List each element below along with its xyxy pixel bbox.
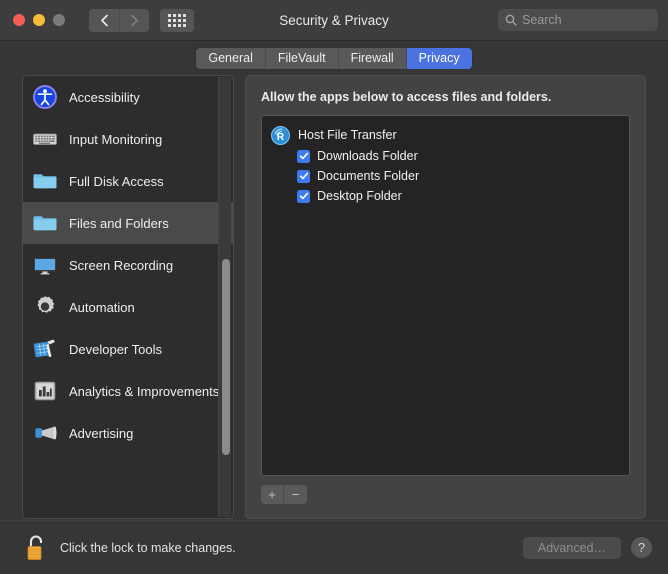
zoom-button[interactable] [53,14,65,26]
sidebar-item-label: Full Disk Access [69,173,164,189]
permission-row-documents[interactable]: Documents Folder [271,166,620,186]
add-button[interactable]: + [261,485,284,504]
remove-button[interactable]: − [284,485,307,504]
tab-group: General FileVault Firewall Privacy [196,47,472,69]
sidebar-item-automation[interactable]: Automation [23,286,233,328]
minimize-button[interactable] [33,14,45,26]
tab-general[interactable]: General [196,47,266,69]
sidebar-item-analytics-improvements[interactable]: Analytics & Improvements [23,370,233,412]
sidebar-item-developer-tools[interactable]: Developer Tools [23,328,233,370]
app-permissions-list[interactable]: R Host File Transfer Downloads Folder Do… [261,115,630,476]
privacy-category-sidebar: Accessibility Input Monitoring Full Disk… [22,75,234,519]
sidebar-item-screen-recording[interactable]: Screen Recording [23,244,233,286]
search-field[interactable]: Search [498,9,658,31]
sidebar-item-files-and-folders[interactable]: Files and Folders [23,202,233,244]
tab-privacy[interactable]: Privacy [406,47,472,69]
permission-label: Downloads Folder [317,149,418,163]
search-icon [505,14,517,26]
sidebar-item-label: Automation [69,299,135,315]
sidebar-item-accessibility[interactable]: Accessibility [23,76,233,118]
bar-chart-icon [31,377,59,405]
advanced-button[interactable]: Advanced… [522,536,621,559]
permission-row-desktop[interactable]: Desktop Folder [271,186,620,206]
checkbox-checked[interactable] [297,169,310,183]
keyboard-icon [31,125,59,153]
forward-button[interactable] [119,8,149,32]
permission-label: Desktop Folder [317,189,402,203]
sidebar-item-input-monitoring[interactable]: Input Monitoring [23,118,233,160]
list-item[interactable]: R Host File Transfer [271,124,620,146]
permission-label: Documents Folder [317,169,420,183]
checkbox-checked[interactable] [297,149,310,163]
svg-text:R: R [277,132,285,143]
app-name: Host File Transfer [298,128,397,142]
tab-firewall[interactable]: Firewall [338,47,407,69]
grid-icon [168,13,186,27]
checkbox-checked[interactable] [297,189,310,203]
window-footer: Click the lock to make changes. Advanced… [0,520,668,574]
host-file-transfer-icon: R [271,125,290,145]
tab-filevault[interactable]: FileVault [265,47,339,69]
back-button[interactable] [89,8,119,32]
megaphone-icon [31,419,59,447]
gear-icon [31,293,59,321]
chevron-right-icon [130,14,139,27]
panel-description: Allow the apps below to access files and… [261,90,552,104]
lock-message: Click the lock to make changes. [60,540,236,555]
sidebar-item-label: Advertising [69,425,134,441]
show-all-button[interactable] [160,8,194,32]
security-privacy-window: Security & Privacy Search General FileVa… [0,0,668,574]
sidebar-item-label: Analytics & Improvements [69,383,220,399]
accessibility-icon [31,83,59,111]
sidebar-item-label: Screen Recording [69,257,174,273]
add-remove-row: + − [261,485,630,504]
hammer-blueprint-icon [31,335,59,363]
sidebar-item-full-disk-access[interactable]: Full Disk Access [23,160,233,202]
close-button[interactable] [13,14,25,26]
sidebar-item-advertising[interactable]: Advertising [23,412,233,454]
unlocked-padlock-icon[interactable] [24,533,50,563]
sidebar-scrollbar[interactable] [218,77,231,517]
sidebar-item-label: Input Monitoring [69,131,163,147]
window-titlebar: Security & Privacy Search [0,0,668,41]
add-remove-group: + − [261,485,307,504]
scrollbar-thumb[interactable] [222,259,230,455]
navigation-buttons [89,8,149,32]
folder-icon [31,167,59,195]
sidebar-item-label: Developer Tools [69,341,162,357]
folder-icon [31,209,59,237]
footer-actions: Advanced… ? [522,536,652,559]
chevron-left-icon [100,14,109,27]
search-placeholder: Search [522,13,562,27]
display-icon [31,251,59,279]
permissions-panel: Allow the apps below to access files and… [245,75,646,519]
sidebar-item-label: Accessibility [69,89,140,105]
tab-bar: General FileVault Firewall Privacy [0,41,668,75]
main-content: Accessibility Input Monitoring Full Disk… [0,75,668,520]
help-button[interactable]: ? [631,537,652,558]
traffic-light-buttons [13,14,65,26]
sidebar-item-label: Files and Folders [69,215,169,231]
permission-row-downloads[interactable]: Downloads Folder [271,146,620,166]
